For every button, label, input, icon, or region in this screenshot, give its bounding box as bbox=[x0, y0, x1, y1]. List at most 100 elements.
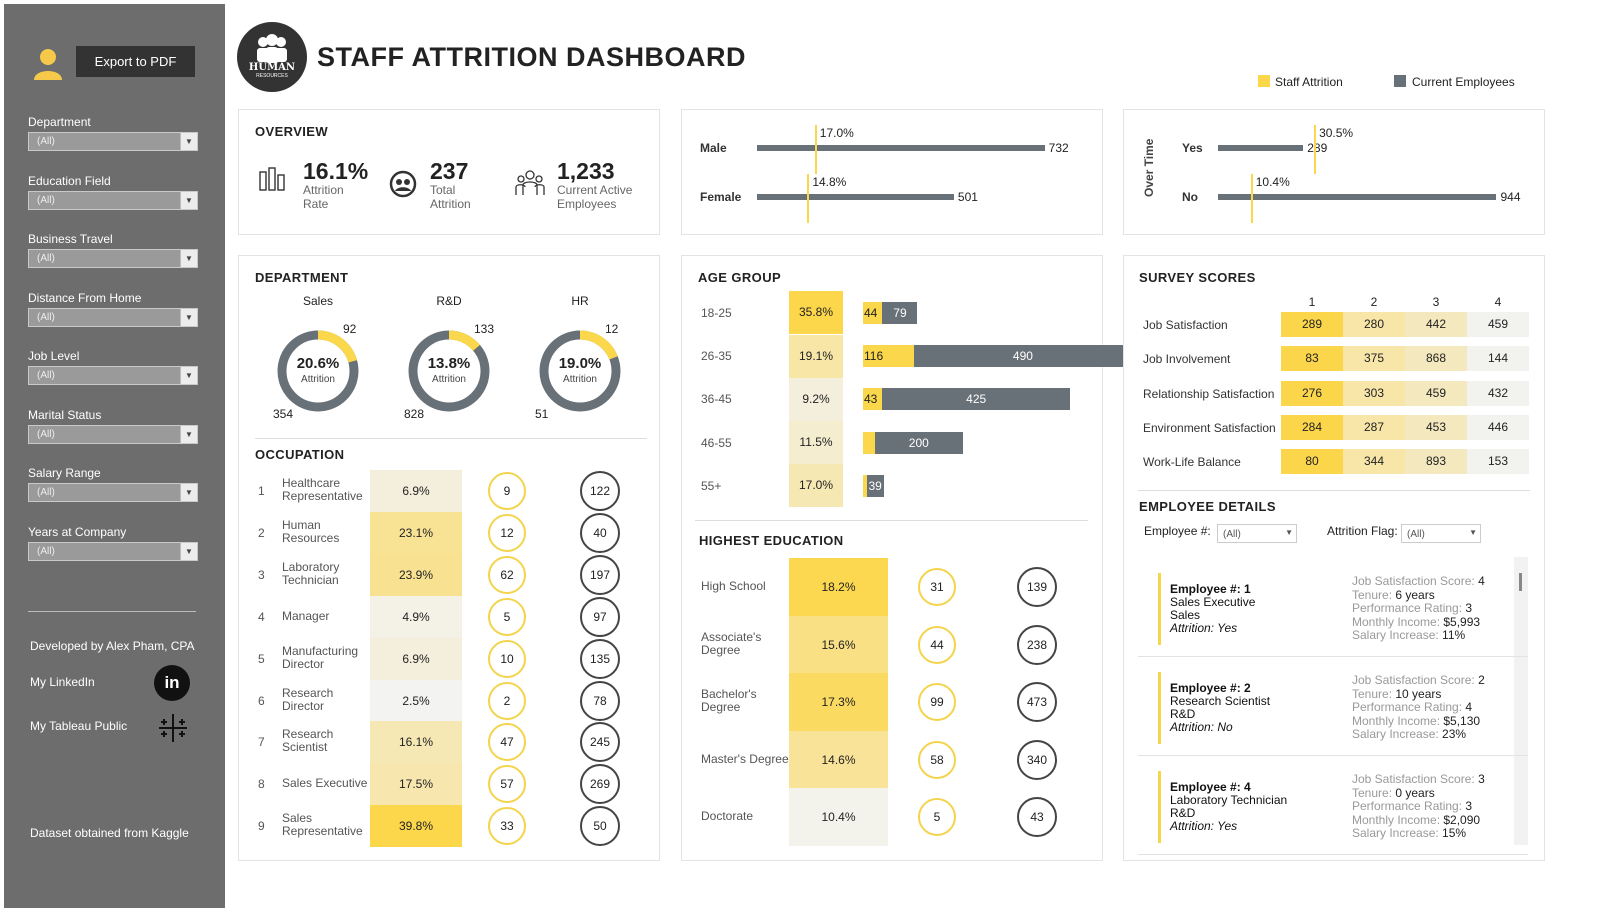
employee-stat: Monthly Income: $5,130 bbox=[1352, 713, 1485, 729]
kpi-total-attrition: 237 bbox=[430, 158, 469, 184]
occupation-attrition-rate: 23.1% bbox=[370, 511, 462, 554]
filter-select[interactable]: (All) ▼ bbox=[28, 190, 198, 210]
employee-card[interactable]: Employee #: 2 Research Scientist R&D Attrit… bbox=[1138, 660, 1528, 756]
occupation-name: Sales Representative bbox=[282, 812, 363, 838]
survey-score-cell: 303 bbox=[1343, 380, 1405, 406]
employee-card-stats: Job Satisfaction Score: 3 Tenure: 0 years… bbox=[1352, 772, 1485, 841]
department-rate-sublabel: Attrition bbox=[432, 374, 466, 385]
age-attrition-rate: 11.5% bbox=[789, 421, 843, 464]
occupation-name-line2: Director bbox=[282, 656, 325, 671]
occupation-attrition-rate: 23.9% bbox=[370, 553, 462, 596]
occupation-name-line1: Manufacturing bbox=[282, 643, 359, 658]
occupation-rank: 3 bbox=[258, 567, 265, 582]
chevron-down-icon: ▼ bbox=[180, 191, 197, 209]
age-group-label: 46-55 bbox=[701, 435, 732, 450]
bar-category-label: Female bbox=[700, 190, 742, 204]
employee-stat-value: 6 years bbox=[1395, 587, 1435, 602]
employee-stat-label: Monthly Income: bbox=[1352, 614, 1444, 629]
occupation-name-line2: Director bbox=[282, 698, 325, 713]
employee-card[interactable]: Employee #: 1 Sales Executive Sales Attriti… bbox=[1138, 561, 1528, 657]
current-count: 828 bbox=[404, 407, 425, 421]
occupation-attrition-rate: 2.5% bbox=[370, 679, 462, 722]
dashboard: Export to PDF Department (All) ▼ Education … bbox=[0, 0, 1608, 908]
age-current-value: 200 bbox=[908, 435, 929, 450]
education-name: Bachelor's Degree bbox=[701, 688, 757, 714]
age-group-label: 36-45 bbox=[701, 392, 732, 407]
filter-select[interactable]: (All) ▼ bbox=[28, 132, 198, 151]
survey-row-label: Environment Satisfaction bbox=[1143, 420, 1276, 435]
filter-label: Salary Range bbox=[28, 466, 101, 480]
filter-label: Education Field bbox=[28, 173, 111, 188]
age-attrition-rate: 17.0% bbox=[789, 464, 843, 508]
kpi-current-employees-label2: Employees bbox=[557, 197, 617, 211]
filter-value: (All) bbox=[37, 545, 55, 557]
filter-label: Years at Company bbox=[28, 524, 127, 539]
occupation-rank: 1 bbox=[258, 484, 265, 498]
department-rate: 13.8% bbox=[427, 355, 471, 372]
attrition-filter-select[interactable]: (All) ▼ bbox=[1401, 524, 1481, 543]
attrition-rate-label: 10.4% bbox=[1255, 175, 1290, 189]
occupation-name: Research Director bbox=[282, 685, 334, 713]
current-employees-value: 944 bbox=[1500, 190, 1521, 204]
attrition-count: 12 bbox=[605, 322, 619, 336]
employee-stat: Performance Rating: 4 bbox=[1352, 700, 1485, 715]
attrition-rate-marker bbox=[807, 174, 810, 223]
filter-select[interactable]: (All) ▼ bbox=[28, 424, 198, 444]
filter-select[interactable]: (All) ▼ bbox=[28, 249, 198, 268]
occupation-name: Sales Executive bbox=[282, 777, 367, 790]
employee-card[interactable]: Employee #: 4 Laboratory Technician R&D Att… bbox=[1138, 759, 1528, 855]
employee-stat-value: 3 bbox=[1478, 772, 1485, 786]
occupation-current-count: 78 bbox=[580, 680, 620, 721]
employee-stat: Salary Increase: 15% bbox=[1352, 826, 1485, 841]
age-group-title: AGE GROUP bbox=[698, 270, 782, 285]
occupation-name-line2: Representative bbox=[282, 489, 363, 503]
employee-filter-select[interactable]: (All) ▼ bbox=[1217, 524, 1297, 543]
filter-value: (All) bbox=[37, 428, 55, 440]
attrition-rate-label: 30.5% bbox=[1319, 126, 1354, 140]
user-icon bbox=[30, 46, 66, 82]
survey-score-cell: 453 bbox=[1405, 414, 1467, 440]
department-name: HR bbox=[571, 294, 589, 308]
filter-select[interactable]: (All) ▼ bbox=[28, 366, 198, 385]
occupation-current-count: 50 bbox=[580, 806, 620, 847]
linkedin-link[interactable]: My LinkedIn bbox=[30, 675, 95, 689]
survey-row-label: Relationship Satisfaction bbox=[1143, 386, 1275, 401]
occupation-attrition-rate: 17.5% bbox=[370, 763, 462, 806]
occupation-name: Human Resources bbox=[282, 518, 339, 545]
filter-select[interactable]: (All) ▼ bbox=[28, 483, 198, 502]
survey-row-label: Job Satisfaction bbox=[1143, 318, 1228, 332]
employee-attrition: Attrition: Yes bbox=[1170, 621, 1238, 635]
occupation-name-line1: Research bbox=[282, 685, 334, 700]
survey-row-label: Work-Life Balance bbox=[1143, 455, 1241, 470]
employee-stat-value: 11% bbox=[1442, 628, 1466, 642]
current-employees-icon bbox=[515, 169, 545, 197]
tableau-link[interactable]: My Tableau Public bbox=[30, 719, 127, 733]
employee-card-accent bbox=[1158, 771, 1161, 843]
age-attrition-rate: 9.2% bbox=[789, 377, 843, 421]
occupation-rank: 4 bbox=[258, 609, 265, 624]
tableau-icon[interactable] bbox=[156, 711, 190, 745]
age-current-value: 79 bbox=[893, 306, 907, 320]
occupation-name-line2: Representative bbox=[282, 824, 363, 839]
employee-stat-label: Salary Increase: bbox=[1352, 727, 1443, 741]
survey-score-cell: 280 bbox=[1343, 312, 1405, 337]
filter-label: Business Travel bbox=[28, 232, 113, 246]
export-pdf-button[interactable]: Export to PDF bbox=[76, 46, 195, 77]
linkedin-icon[interactable]: in bbox=[154, 665, 190, 701]
employee-stat-label: Performance Rating: bbox=[1352, 700, 1466, 714]
current-employees-bar bbox=[757, 145, 1045, 151]
employee-stat-label: Performance Rating: bbox=[1352, 799, 1466, 813]
dataset-note: Dataset obtained from Kaggle bbox=[30, 826, 189, 840]
kpi-total-attrition-label1: Total bbox=[430, 183, 456, 197]
employee-stat-value: 2 bbox=[1478, 673, 1485, 687]
filter-select[interactable]: (All) ▼ bbox=[28, 307, 198, 327]
employee-stat: Performance Rating: 3 bbox=[1352, 601, 1485, 616]
education-name-line2: Degree bbox=[701, 700, 741, 715]
employee-stat-label: Monthly Income: bbox=[1352, 713, 1444, 728]
occupation-name: Manufacturing Director bbox=[282, 643, 359, 671]
survey-score-cell: 344 bbox=[1343, 449, 1405, 475]
chevron-down-icon: ▼ bbox=[180, 484, 197, 501]
age-group-label: 26-35 bbox=[701, 349, 732, 364]
department-rate: 20.6% bbox=[296, 355, 340, 372]
filter-select[interactable]: (All) ▼ bbox=[28, 541, 198, 561]
